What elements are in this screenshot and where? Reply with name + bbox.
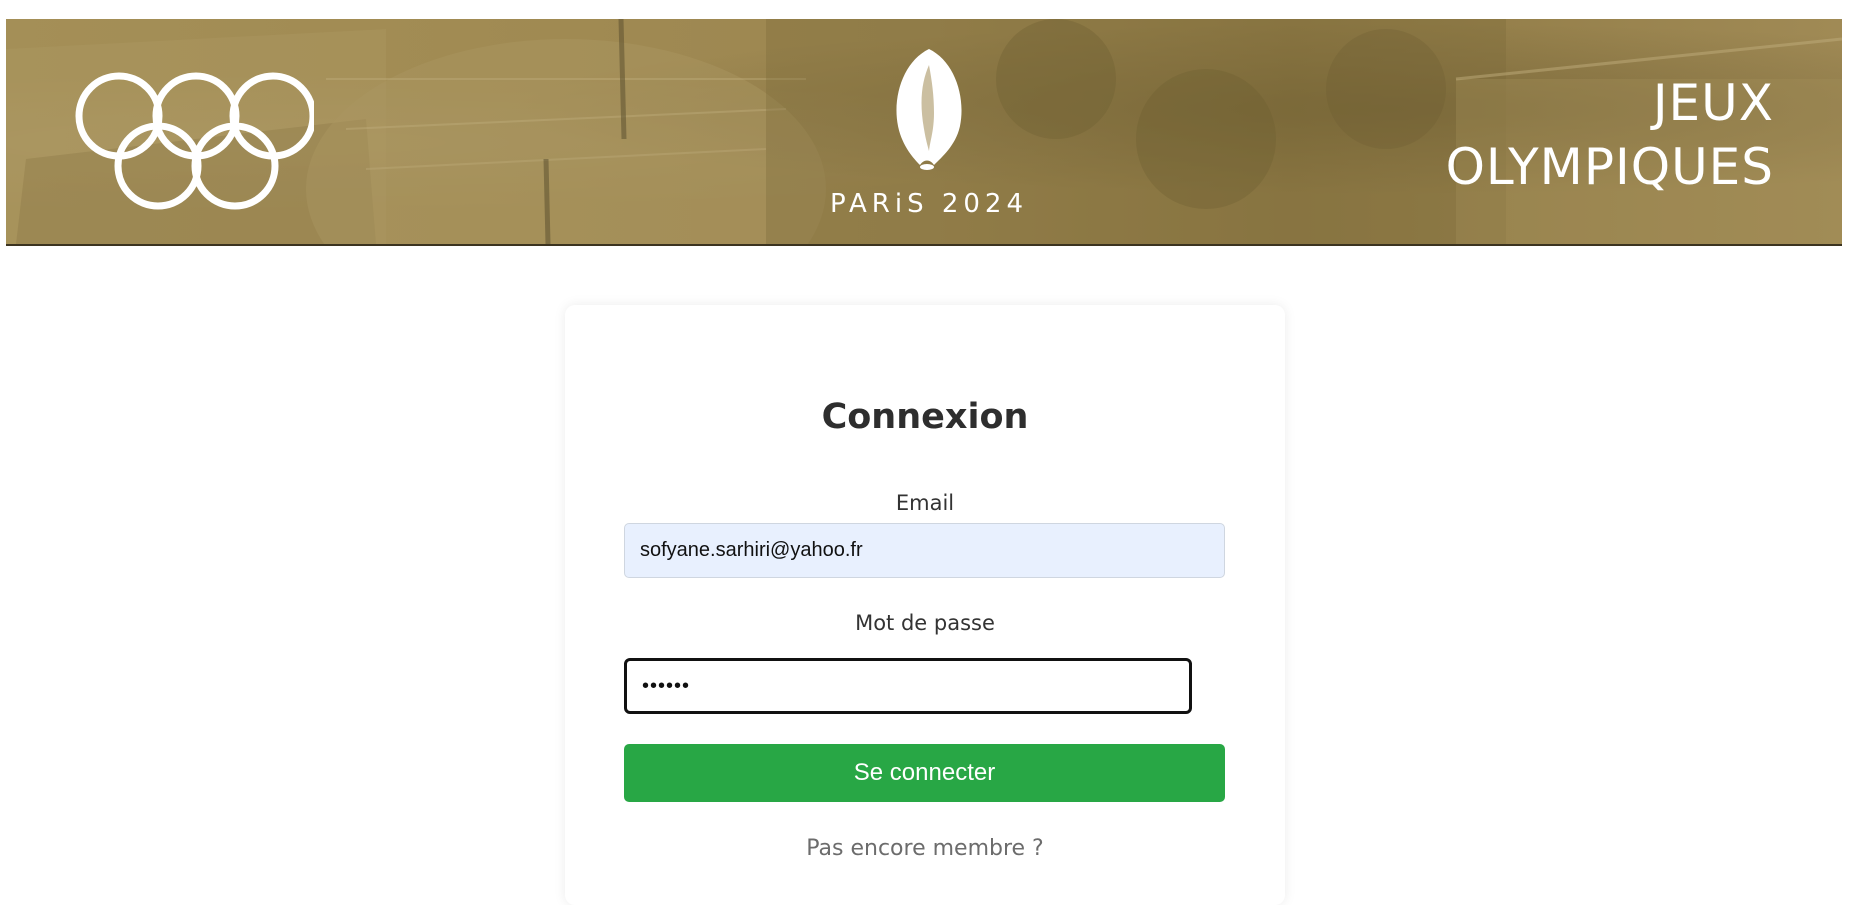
signup-link[interactable]: Pas encore membre ? — [565, 836, 1285, 861]
page-title: Connexion — [821, 397, 1029, 437]
header-banner: PARiS 2024 JEUX OLYMPIQUES — [6, 19, 1842, 246]
paris-2024-flame-emblem — [896, 49, 962, 170]
jeux-text: JEUX — [1652, 74, 1774, 132]
email-label: Email — [895, 491, 955, 515]
login-card: Connexion Email Mot de passe Se connecte… — [565, 305, 1285, 905]
olympic-rings-logo — [75, 72, 314, 210]
paris-2024-wordmark: PARiS 2024 — [829, 189, 1029, 219]
jeux-olympiques-wordmark: JEUX OLYMPIQUES — [1446, 71, 1774, 199]
login-button[interactable]: Se connecter — [624, 744, 1225, 802]
email-field[interactable] — [624, 523, 1225, 578]
olympiques-text: OLYMPIQUES — [1445, 138, 1774, 196]
password-field[interactable] — [624, 658, 1192, 714]
password-label: Mot de passe — [855, 611, 995, 635]
